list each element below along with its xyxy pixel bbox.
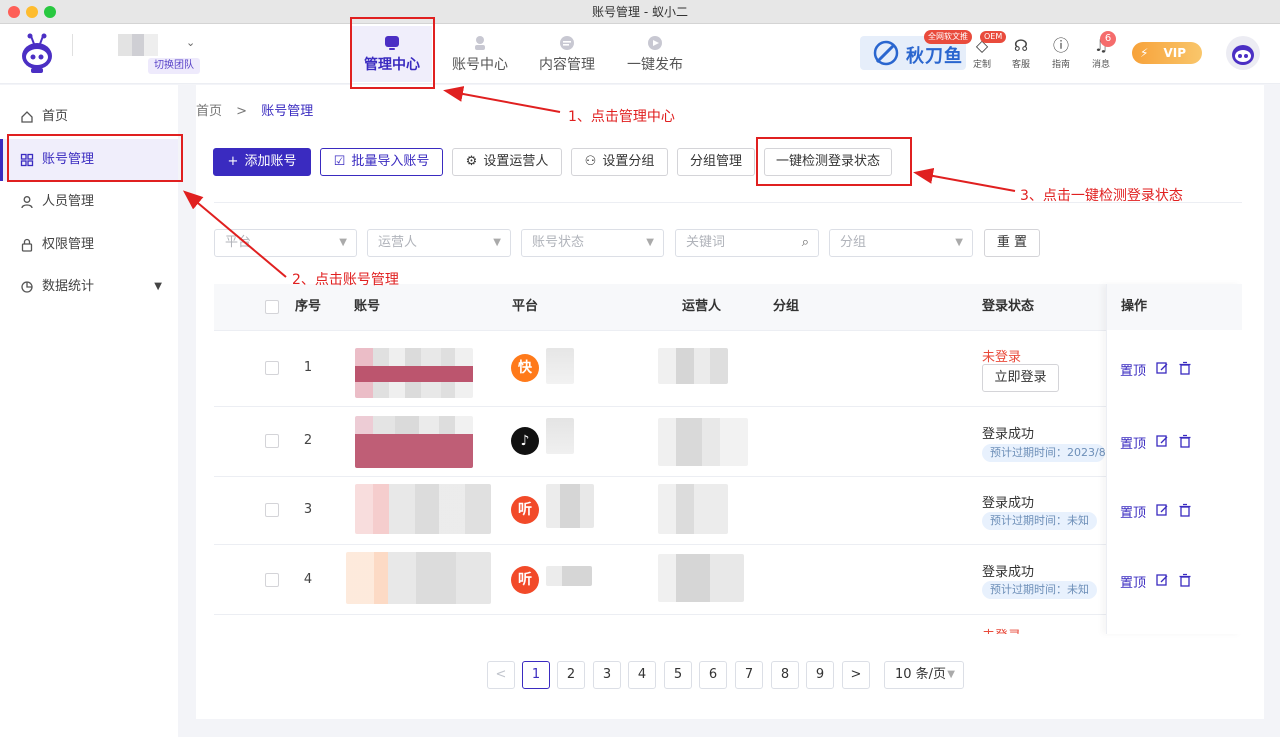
arrow-step1 — [443, 86, 561, 113]
arrow-step2 — [182, 190, 287, 278]
annotation-step2: 2、点击账号管理 — [292, 272, 399, 288]
annotation-step3: 3、点击一键检测登录状态 — [1020, 188, 1183, 204]
arrow-step3 — [913, 168, 1016, 192]
annotation-step1: 1、点击管理中心 — [568, 109, 675, 125]
